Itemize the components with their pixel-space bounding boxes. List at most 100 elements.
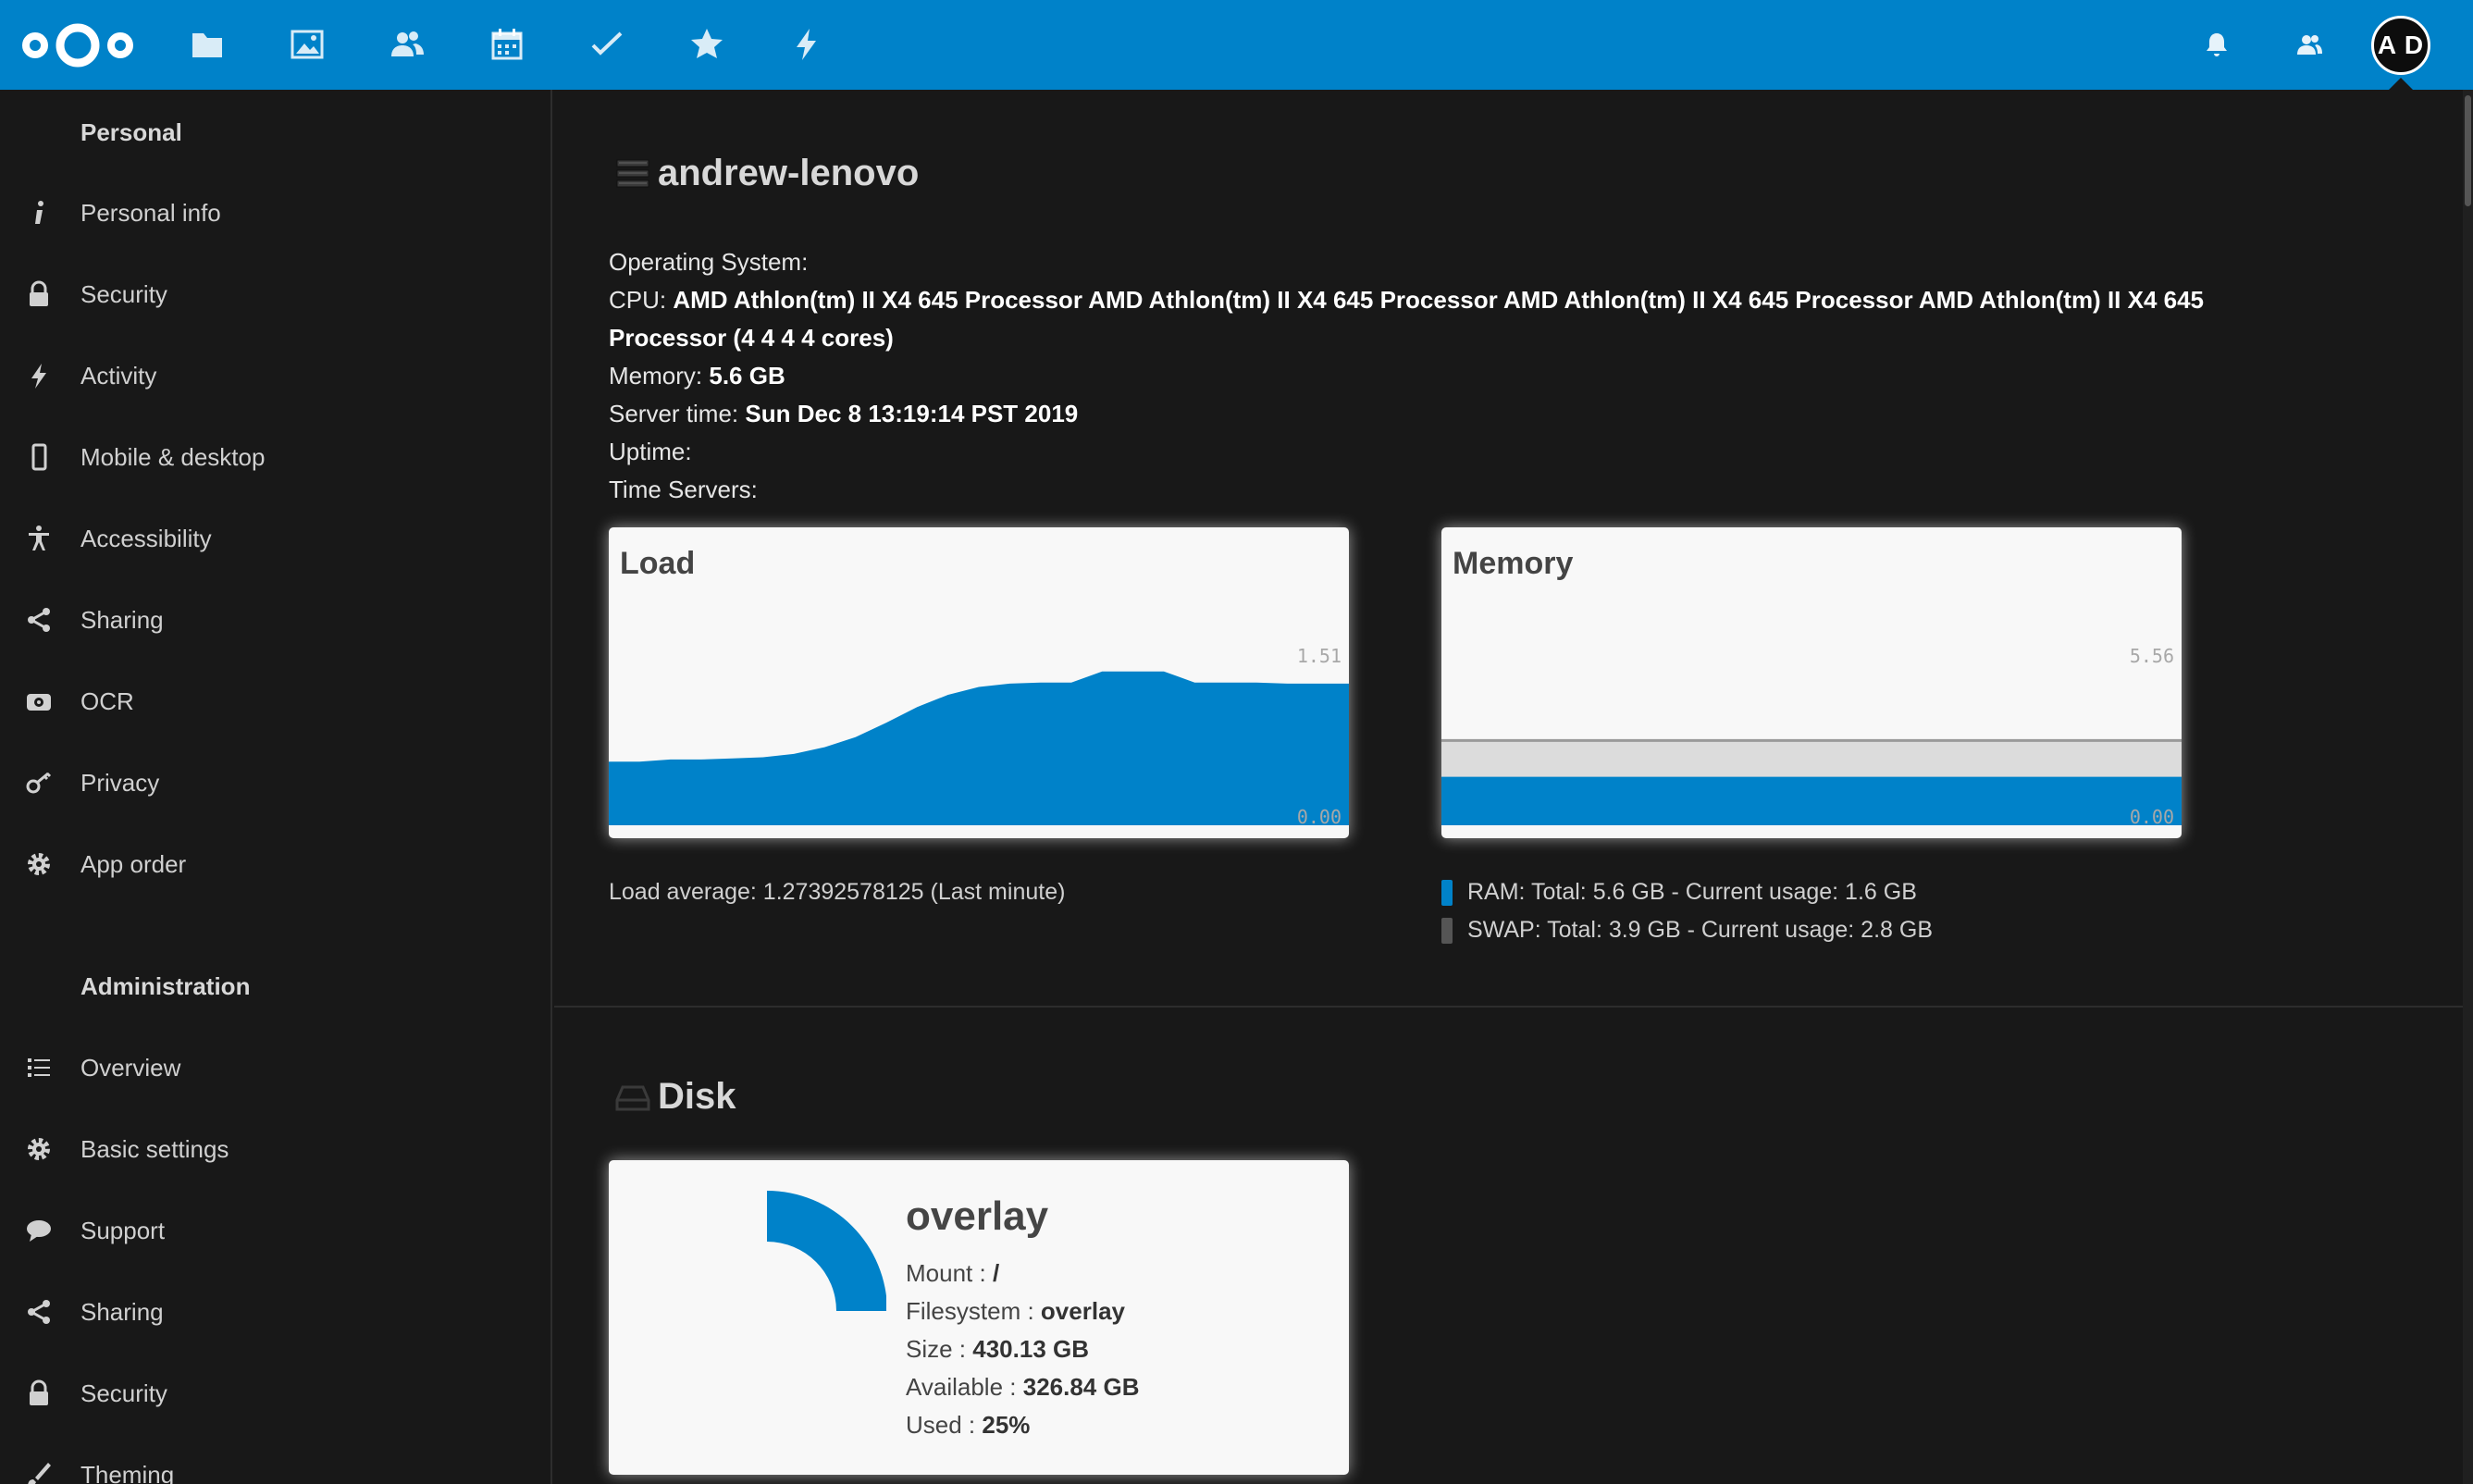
load-min-label: 0.00 — [1297, 806, 1342, 828]
favorites-icon[interactable] — [679, 17, 735, 72]
disk-size: Size : 430.13 GB — [906, 1335, 1089, 1364]
disk-used: Used : 25% — [906, 1411, 1030, 1440]
files-icon[interactable] — [179, 17, 235, 72]
sidebar-item-ocr[interactable]: OCR — [0, 662, 550, 740]
cpu-label: CPU: — [609, 286, 667, 314]
filesystem-value: overlay — [1040, 1297, 1125, 1325]
sidebar-item-sharing[interactable]: Sharing — [0, 581, 550, 659]
time-servers-label: Time Servers: — [609, 476, 758, 503]
sidebar-item-privacy[interactable]: Privacy — [0, 744, 550, 822]
share-icon — [20, 601, 57, 638]
sidebar-item-label: App order — [80, 849, 187, 878]
sidebar-item-label: Privacy — [80, 768, 160, 797]
disk-title: Disk — [658, 1076, 736, 1117]
sidebar-item-overview[interactable]: Overview — [0, 1029, 550, 1107]
sidebar-item-label: Basic settings — [80, 1134, 229, 1163]
mount-label: Mount : — [906, 1259, 986, 1287]
memory-chart-card: 5.56 0.00 Memory — [1441, 527, 2182, 838]
sidebar-item-personal-info[interactable]: Personal info — [0, 174, 550, 252]
contacts-menu-icon[interactable] — [2281, 17, 2337, 72]
sidebar-item-label: Theming — [80, 1460, 175, 1484]
ram-swatch — [1441, 879, 1453, 906]
calendar-icon[interactable] — [479, 17, 535, 72]
section-divider — [554, 1006, 2473, 1008]
sidebar-item-support[interactable]: Support — [0, 1192, 550, 1269]
page-scrollbar[interactable] — [2463, 90, 2473, 1484]
filesystem-label: Filesystem : — [906, 1297, 1034, 1325]
section-title-administration: Administration — [80, 972, 251, 1000]
section-title-personal: Personal — [80, 118, 182, 146]
size-value: 430.13 GB — [972, 1335, 1090, 1363]
server-time-line: Server time: Sun Dec 8 13:19:14 PST 2019 — [609, 395, 1078, 433]
available-label: Available : — [906, 1373, 1017, 1401]
gear-icon — [20, 846, 57, 883]
sidebar-item-activity[interactable]: Activity — [0, 337, 550, 414]
scrollbar-thumb[interactable] — [2465, 95, 2471, 206]
disk-name: overlay — [906, 1193, 1049, 1239]
sidebar-item-basic-settings[interactable]: Basic settings — [0, 1110, 550, 1188]
memory-chart-title: Memory — [1453, 546, 1574, 581]
swap-swatch — [1441, 917, 1453, 944]
notifications-bell-icon[interactable] — [2189, 17, 2244, 72]
cpu-line: CPU: AMD Athlon(tm) II X4 645 Processor … — [609, 281, 2204, 319]
nextcloud-logo-icon[interactable] — [20, 19, 135, 72]
cpu-value: AMD Athlon(tm) II X4 645 Processor AMD A… — [673, 286, 2205, 314]
sidebar-item-accessibility[interactable]: Accessibility — [0, 500, 550, 577]
disk-usage-pie — [767, 1191, 886, 1311]
available-value: 326.84 GB — [1022, 1373, 1140, 1401]
load-chart-card: 1.51 0.00 Load — [609, 527, 1349, 838]
sidebar-item-admin-security[interactable]: Security — [0, 1354, 550, 1432]
disk-used-slice — [767, 1191, 886, 1311]
ram-legend: RAM: Total: 5.6 GB - Current usage: 1.6 … — [1441, 879, 1917, 906]
user-avatar[interactable]: A D — [2371, 16, 2430, 75]
tasks-icon[interactable] — [579, 17, 635, 72]
load-area-series — [609, 671, 1349, 825]
sidebar-item-app-order[interactable]: App order — [0, 825, 550, 903]
hard-drive-icon — [615, 1085, 650, 1110]
load-max-label: 1.51 — [1297, 645, 1342, 667]
key-icon — [20, 764, 57, 801]
list-icon — [20, 1049, 57, 1086]
load-chart: 1.51 0.00 — [609, 645, 1349, 828]
sidebar-item-admin-sharing[interactable]: Sharing — [0, 1273, 550, 1351]
gear-icon — [20, 1131, 57, 1168]
sidebar-item-label: Overview — [80, 1053, 181, 1082]
memory-max-label: 5.56 — [2130, 645, 2174, 667]
load-average-caption: Load average: 1.27392578125 (Last minute… — [609, 879, 1066, 905]
lock-icon — [20, 1375, 57, 1412]
memory-line: Memory: 5.6 GB — [609, 357, 785, 395]
memory-min-label: 0.00 — [2130, 806, 2174, 828]
share-icon — [20, 1293, 57, 1330]
ram-area-series — [1441, 776, 2182, 825]
size-label: Size : — [906, 1335, 967, 1363]
memory-label: Memory: — [609, 362, 703, 390]
used-value: 25% — [982, 1411, 1031, 1439]
photos-icon[interactable] — [279, 17, 335, 72]
sidebar-item-label: Support — [80, 1216, 166, 1244]
lock-icon — [20, 276, 57, 313]
server-time-label: Server time: — [609, 400, 739, 427]
disk-card-overlay: overlay Mount : / Filesystem : overlay S… — [609, 1160, 1349, 1475]
sidebar-item-security[interactable]: Security — [0, 255, 550, 333]
top-bar: A D — [0, 0, 2473, 91]
menu-caret — [2388, 78, 2414, 91]
os-line: Operating System: — [609, 243, 808, 281]
contacts-icon[interactable] — [379, 17, 435, 72]
sidebar-item-label: OCR — [80, 686, 134, 715]
hostname: andrew-lenovo — [658, 153, 920, 193]
accessibility-icon — [20, 520, 57, 557]
sidebar-item-theming[interactable]: Theming — [0, 1436, 550, 1484]
swap-legend: SWAP: Total: 3.9 GB - Current usage: 2.8… — [1441, 917, 1933, 944]
sidebar-item-mobile-desktop[interactable]: Mobile & desktop — [0, 418, 550, 496]
swap-legend-text: SWAP: Total: 3.9 GB - Current usage: 2.8… — [1467, 917, 1934, 943]
disk-filesystem: Filesystem : overlay — [906, 1297, 1125, 1326]
server-icon — [616, 159, 649, 187]
memory-value: 5.6 GB — [709, 362, 785, 390]
os-label: Operating System: — [609, 248, 809, 276]
disk-available: Available : 326.84 GB — [906, 1373, 1139, 1402]
ram-legend-text: RAM: Total: 5.6 GB - Current usage: 1.6 … — [1467, 879, 1917, 905]
used-label: Used : — [906, 1411, 976, 1439]
cpu-value-cont: Processor (4 4 4 4 cores) — [609, 324, 894, 352]
settings-sidebar: Personal Personal info Security Activity… — [0, 90, 552, 1484]
activity-icon[interactable] — [779, 17, 835, 72]
